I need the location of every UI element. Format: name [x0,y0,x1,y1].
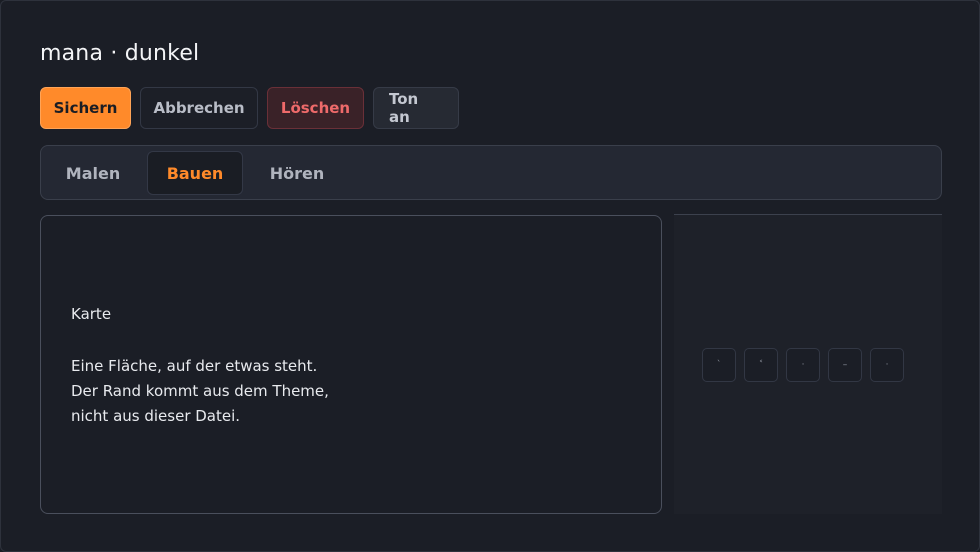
dash-icon[interactable]: – [828,348,862,382]
dot-icon[interactable]: · [786,348,820,382]
page-title: mana · dunkel [40,41,200,66]
card-title: Karte [71,305,112,323]
icon-button-row: ˋ ˂ · – · [702,348,904,382]
point-icon[interactable]: · [870,348,904,382]
card-body: Eine Fläche, auf der etwas steht. Der Ra… [71,357,329,425]
slash-icon[interactable]: ˋ [702,348,736,382]
tab-hoeren[interactable]: Hören [255,151,339,195]
app-window: mana · dunkel Sichern Abbrechen Löschen … [0,0,980,552]
toolbar: Sichern Abbrechen Löschen Ton an [40,87,459,131]
tab-malen[interactable]: Malen [51,151,135,195]
angle-icon[interactable]: ˂ [744,348,778,382]
delete-button[interactable]: Löschen [267,87,364,129]
save-button[interactable]: Sichern [40,87,131,129]
tab-bar: Malen Bauen Hören [40,145,942,200]
sound-toggle-button[interactable]: Ton an [373,87,459,129]
side-panel: ˋ ˂ · – · [674,214,942,514]
content-card: Karte Eine Fläche, auf der etwas steht. … [40,215,662,514]
cancel-button[interactable]: Abbrechen [140,87,258,129]
tab-bauen[interactable]: Bauen [147,151,243,195]
